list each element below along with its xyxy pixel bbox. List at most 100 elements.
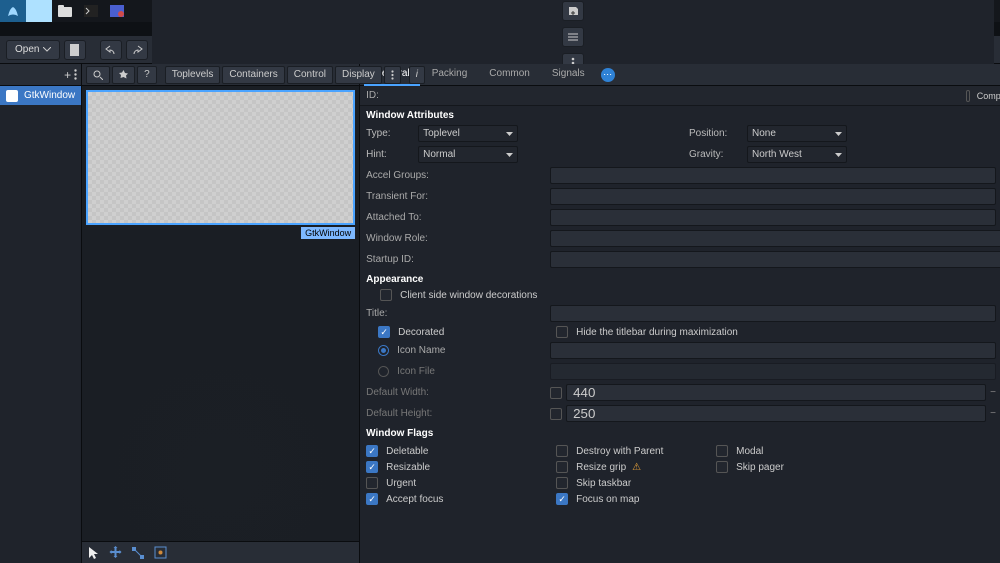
pointer-tool-icon[interactable]	[88, 546, 99, 560]
row-default-height: Default Height: − +	[360, 403, 1000, 424]
focus-on-map-check[interactable]	[556, 493, 568, 505]
destroy-check[interactable]	[556, 445, 568, 457]
icon-name-radio[interactable]	[378, 345, 389, 356]
skip-taskbar-check[interactable]	[556, 477, 568, 489]
id-label: ID:	[360, 90, 550, 101]
id-row: ID: Composite	[360, 86, 1000, 106]
flags-grid: Deletable Destroy with Parent Modal Resi…	[360, 441, 1000, 509]
accept-focus-check[interactable]	[366, 493, 378, 505]
row-hide-titlebar: Hide the titlebar during maximization	[550, 324, 1000, 340]
design-canvas[interactable]: GtkWindow	[82, 86, 359, 541]
urgent-label: Urgent	[386, 478, 416, 489]
hint-dropdown[interactable]: Normal	[418, 146, 518, 163]
row-icon-name: Icon Name	[360, 340, 1000, 361]
startup-id-input[interactable]	[550, 251, 1000, 268]
move-tool-icon[interactable]	[109, 546, 122, 559]
margin-tool-icon[interactable]	[154, 546, 167, 559]
csd-check[interactable]	[380, 289, 392, 301]
deletable-check[interactable]	[366, 445, 378, 457]
tree-item-gtkwindow[interactable]: GtkWindow	[0, 86, 81, 105]
resizable-check[interactable]	[366, 461, 378, 473]
accept-focus-label: Accept focus	[386, 494, 443, 505]
app-launcher-terminal[interactable]	[78, 0, 104, 22]
window-role-input[interactable]	[550, 230, 1000, 247]
modal-check[interactable]	[716, 445, 728, 457]
palette-group-display[interactable]: Display	[335, 66, 382, 84]
warning-icon: ⚠	[632, 462, 641, 473]
app-launcher-editor[interactable]	[104, 0, 130, 22]
palette-group-containers[interactable]: Containers	[222, 66, 284, 84]
window-role-label: Window Role:	[366, 233, 550, 244]
urgent-check[interactable]	[366, 477, 378, 489]
decorated-label: Decorated	[398, 327, 444, 338]
tree-menu-icon[interactable]	[74, 69, 77, 80]
properties-button[interactable]	[562, 27, 584, 47]
row-accel-groups: Accel Groups:	[360, 165, 1000, 186]
type-dropdown[interactable]: Toplevel	[418, 125, 518, 142]
redo-button[interactable]	[126, 40, 148, 60]
undo-button[interactable]	[100, 40, 122, 60]
default-height-input[interactable]	[566, 405, 986, 422]
title-input[interactable]	[550, 305, 996, 322]
csd-label: Client side window decorations	[400, 290, 537, 301]
widget-icon	[6, 90, 18, 102]
resize-tool-icon[interactable]	[132, 547, 144, 559]
open-label: Open	[15, 44, 39, 55]
type-label: Type:	[366, 128, 414, 139]
app-launcher-files[interactable]	[52, 0, 78, 22]
decorated-check[interactable]	[378, 326, 390, 338]
deletable-label: Deletable	[386, 446, 428, 457]
accel-groups-input[interactable]	[550, 167, 996, 184]
default-height-check[interactable]	[550, 408, 562, 420]
app-launcher-menu[interactable]	[0, 0, 26, 22]
hint-label: Hint:	[366, 149, 414, 160]
palette-recent-button[interactable]	[112, 66, 135, 84]
gravity-dropdown[interactable]: North West	[747, 146, 847, 163]
default-height-label: Default Height:	[366, 408, 550, 419]
app-launcher-1[interactable]	[26, 0, 52, 22]
tab-extra-badge[interactable]: ⋯	[601, 68, 615, 82]
tab-signals[interactable]: Signals	[542, 64, 595, 86]
palette-search-button[interactable]	[86, 66, 110, 84]
row-decorated: Decorated	[360, 324, 550, 340]
property-tabs: General Packing Common Signals ⋯	[360, 64, 1000, 86]
hide-titlebar-check[interactable]	[556, 326, 568, 338]
resize-grip-check[interactable]	[556, 461, 568, 473]
new-button[interactable]	[64, 40, 86, 60]
spin-minus-icon[interactable]: −	[986, 387, 1000, 398]
row-attached-to: Attached To:	[360, 207, 1000, 228]
palette-group-toplevels[interactable]: Toplevels	[165, 66, 221, 84]
palette-group-control[interactable]: Control	[287, 66, 333, 84]
property-body: ID: Composite Window Attributes Type: To…	[360, 86, 1000, 563]
id-input[interactable]	[550, 87, 966, 105]
tab-packing[interactable]: Packing	[422, 64, 478, 86]
icon-file-input[interactable]	[550, 363, 996, 380]
save-as-button[interactable]	[562, 1, 584, 21]
skip-pager-check[interactable]	[716, 461, 728, 473]
default-width-input[interactable]	[566, 384, 986, 401]
accel-groups-label: Accel Groups:	[366, 170, 550, 181]
composite-check[interactable]	[966, 90, 970, 102]
modal-label: Modal	[736, 446, 763, 457]
transient-for-input[interactable]	[550, 188, 996, 205]
skip-pager-label: Skip pager	[736, 462, 784, 473]
composite-toggle[interactable]: Composite	[966, 90, 1000, 102]
spin-minus-icon[interactable]: −	[986, 408, 1000, 419]
canvas-tool-bar	[82, 541, 359, 563]
icon-file-radio[interactable]	[378, 366, 389, 377]
palette-bar: ? Toplevels Containers Control Display i	[82, 64, 359, 86]
tree-toolbar: +	[0, 64, 81, 86]
tab-common[interactable]: Common	[479, 64, 540, 86]
add-widget-icon[interactable]: +	[61, 68, 74, 82]
attached-to-input[interactable]	[550, 209, 996, 226]
icon-name-input[interactable]	[550, 342, 996, 359]
palette-more-button[interactable]	[384, 66, 401, 84]
open-button[interactable]: Open	[6, 40, 60, 60]
startup-id-label: Startup ID:	[366, 254, 550, 265]
design-window[interactable]	[86, 90, 355, 225]
palette-help-button[interactable]: ?	[137, 66, 157, 84]
default-width-check[interactable]	[550, 387, 562, 399]
resizable-label: Resizable	[386, 462, 430, 473]
position-dropdown[interactable]: None	[747, 125, 847, 142]
palette-info-button[interactable]: i	[409, 66, 425, 84]
